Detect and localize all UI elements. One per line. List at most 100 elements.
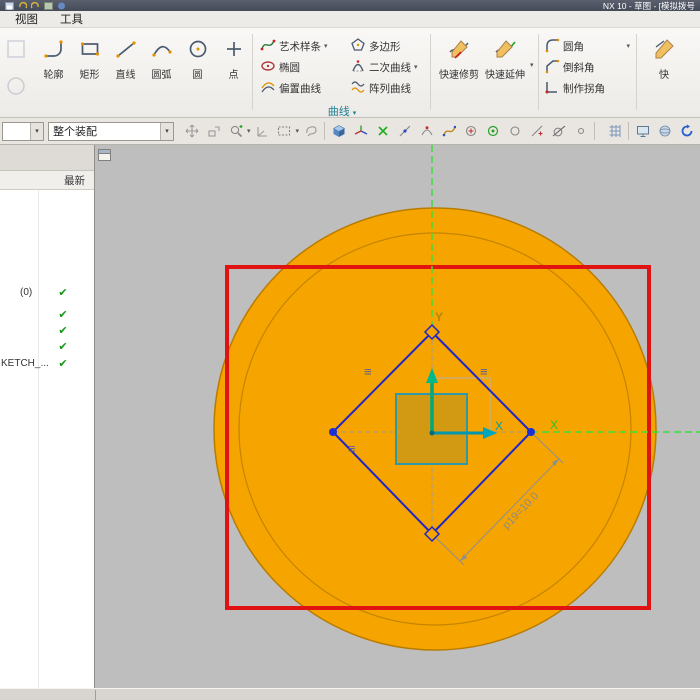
- circle-cross-icon[interactable]: [460, 121, 481, 142]
- dropdown-arrow-icon[interactable]: ▾: [296, 128, 300, 135]
- quick-trim-button[interactable]: 快速修剪: [436, 36, 482, 81]
- tangent-circle-icon[interactable]: [548, 121, 569, 142]
- dashed-rect-icon[interactable]: [274, 121, 295, 142]
- tree-row[interactable]: ✔: [0, 323, 94, 339]
- spline-icon: [260, 37, 276, 56]
- curve-group-label[interactable]: 曲线 ▾: [258, 103, 426, 117]
- green-circle-dot-icon[interactable]: [482, 121, 503, 142]
- title-bar: NX 10 - 草图 - [模拟拨号: [0, 0, 700, 11]
- tree-row[interactable]: KETCH_... ✔: [0, 356, 94, 372]
- group-dialog-arrow-icon[interactable]: ▾: [353, 110, 357, 117]
- arc-button[interactable]: 圆弧: [144, 36, 179, 81]
- more-edit-tools-arrow-icon[interactable]: ▾: [530, 62, 534, 69]
- dropdown-arrow-icon[interactable]: ▾: [414, 64, 418, 71]
- slash-dot-icon[interactable]: [394, 121, 415, 142]
- tool-label: 制作拐角: [563, 83, 605, 95]
- arc-icon: [150, 37, 174, 66]
- window-switch-icon[interactable]: [44, 1, 53, 10]
- pattern-curve-button[interactable]: 阵列曲线: [348, 78, 428, 99]
- small-circle-icon[interactable]: [570, 121, 591, 142]
- tree-row[interactable]: (0) ✔: [0, 285, 94, 301]
- graphics-viewport[interactable]: p19=10.0 ≡ ≡ ≡ Y X X: [95, 145, 700, 688]
- rectangle-button[interactable]: 矩形: [72, 36, 107, 81]
- selection-scope-select[interactable]: 整个装配 ▾: [48, 121, 174, 141]
- check-icon[interactable]: ✔: [52, 324, 74, 337]
- tool-label: 点: [228, 70, 239, 81]
- status-bar: [0, 688, 700, 700]
- blue-refresh-icon[interactable]: [676, 121, 697, 142]
- dropdown-arrow-icon[interactable]: ▾: [626, 43, 632, 50]
- tree-row[interactable]: ✔: [0, 307, 94, 323]
- line-button[interactable]: 直线: [108, 36, 143, 81]
- equal-constraint-icon: ≡: [364, 364, 372, 379]
- ribbon: 轮廓 矩形 直线 圆弧 圆 点 艺术样条 ▾ 多边形 椭圆 二次曲线 ▾ 偏置曲…: [0, 28, 700, 118]
- ellipse-icon: [260, 58, 276, 77]
- color-axes-icon[interactable]: [350, 121, 371, 142]
- four-way-arrow-icon[interactable]: [181, 121, 202, 142]
- square-arrow-icon[interactable]: [203, 121, 224, 142]
- row-label: KETCH_...: [1, 358, 49, 369]
- curve-dot-icon[interactable]: [416, 121, 437, 142]
- minimized-window-icon[interactable]: [98, 149, 111, 161]
- check-icon[interactable]: ✔: [52, 308, 74, 321]
- conic-button[interactable]: 二次曲线 ▾: [348, 57, 428, 78]
- tool-label: 快速修剪: [439, 70, 479, 81]
- green-cross-icon[interactable]: [372, 121, 393, 142]
- y-axis-label: Y: [435, 310, 443, 324]
- chamfer-button[interactable]: 倒斜角: [544, 57, 632, 78]
- tree-row[interactable]: ✔: [0, 339, 94, 355]
- studio-spline-button[interactable]: 艺术样条 ▾: [258, 36, 348, 57]
- overflow-tool-button[interactable]: 快: [642, 36, 686, 81]
- plus-slash-icon[interactable]: [526, 121, 547, 142]
- lasso-icon[interactable]: [300, 121, 321, 142]
- vertex-point[interactable]: [329, 428, 337, 436]
- quick-access-toolbar: [5, 1, 66, 10]
- tool-label: 圆: [192, 70, 203, 81]
- check-icon[interactable]: ✔: [52, 357, 74, 370]
- sphere-icon[interactable]: [654, 121, 675, 142]
- undo-icon[interactable]: [18, 1, 28, 10]
- equal-constraint-icon: ≡: [480, 364, 488, 379]
- vertex-point[interactable]: [527, 428, 535, 436]
- plain-circle-icon[interactable]: [504, 121, 525, 142]
- origin-point[interactable]: [429, 430, 435, 436]
- sketch-canvas[interactable]: p19=10.0 ≡ ≡ ≡ Y X X: [95, 145, 700, 688]
- column-header-row[interactable]: 最新: [0, 171, 94, 190]
- colored-spline-icon[interactable]: [438, 121, 459, 142]
- tool-label: 轮廓: [43, 70, 64, 81]
- dropdown-arrow-icon[interactable]: ▾: [160, 122, 173, 140]
- type-filter-select[interactable]: ▾: [2, 121, 44, 141]
- menu-bar: 视图 工具: [0, 11, 700, 28]
- circle-button[interactable]: 圆: [180, 36, 215, 81]
- redo-icon[interactable]: [30, 1, 40, 10]
- tool-label: 快速延伸: [485, 70, 525, 81]
- fillet-button[interactable]: 圆角 ▾: [544, 36, 632, 57]
- help-icon[interactable]: [57, 2, 66, 10]
- quick-extend-button[interactable]: 快速延伸: [482, 36, 528, 81]
- tool-label: 圆角: [563, 41, 584, 53]
- make-corner-button[interactable]: 制作拐角: [544, 78, 632, 99]
- blue-cube-icon[interactable]: [328, 121, 349, 142]
- profile-button[interactable]: 轮廓: [36, 36, 71, 81]
- offset-curve-button[interactable]: 偏置曲线: [258, 78, 348, 99]
- menu-tools[interactable]: 工具: [49, 10, 94, 28]
- ellipse-button[interactable]: 椭圆: [258, 57, 348, 78]
- dropdown-arrow-icon[interactable]: ▾: [247, 128, 251, 135]
- row-label: (0): [20, 287, 33, 298]
- conic-icon: [350, 58, 366, 77]
- magnifier-plus-icon[interactable]: [225, 121, 246, 142]
- point-button[interactable]: 点: [216, 36, 251, 81]
- group-separator: [636, 34, 637, 110]
- dropdown-arrow-icon[interactable]: ▾: [324, 43, 328, 50]
- axes-icon[interactable]: [252, 121, 273, 142]
- check-icon[interactable]: ✔: [52, 286, 74, 299]
- polygon-button[interactable]: 多边形: [348, 36, 428, 57]
- column-header-latest: 最新: [64, 174, 85, 187]
- x-axis-label: X: [495, 419, 503, 433]
- menu-view[interactable]: 视图: [4, 10, 49, 28]
- check-icon[interactable]: ✔: [52, 340, 74, 353]
- save-icon[interactable]: [5, 1, 14, 10]
- grid-icon[interactable]: [604, 121, 625, 142]
- dropdown-arrow-icon[interactable]: ▾: [30, 122, 43, 140]
- monitor-icon[interactable]: [632, 121, 653, 142]
